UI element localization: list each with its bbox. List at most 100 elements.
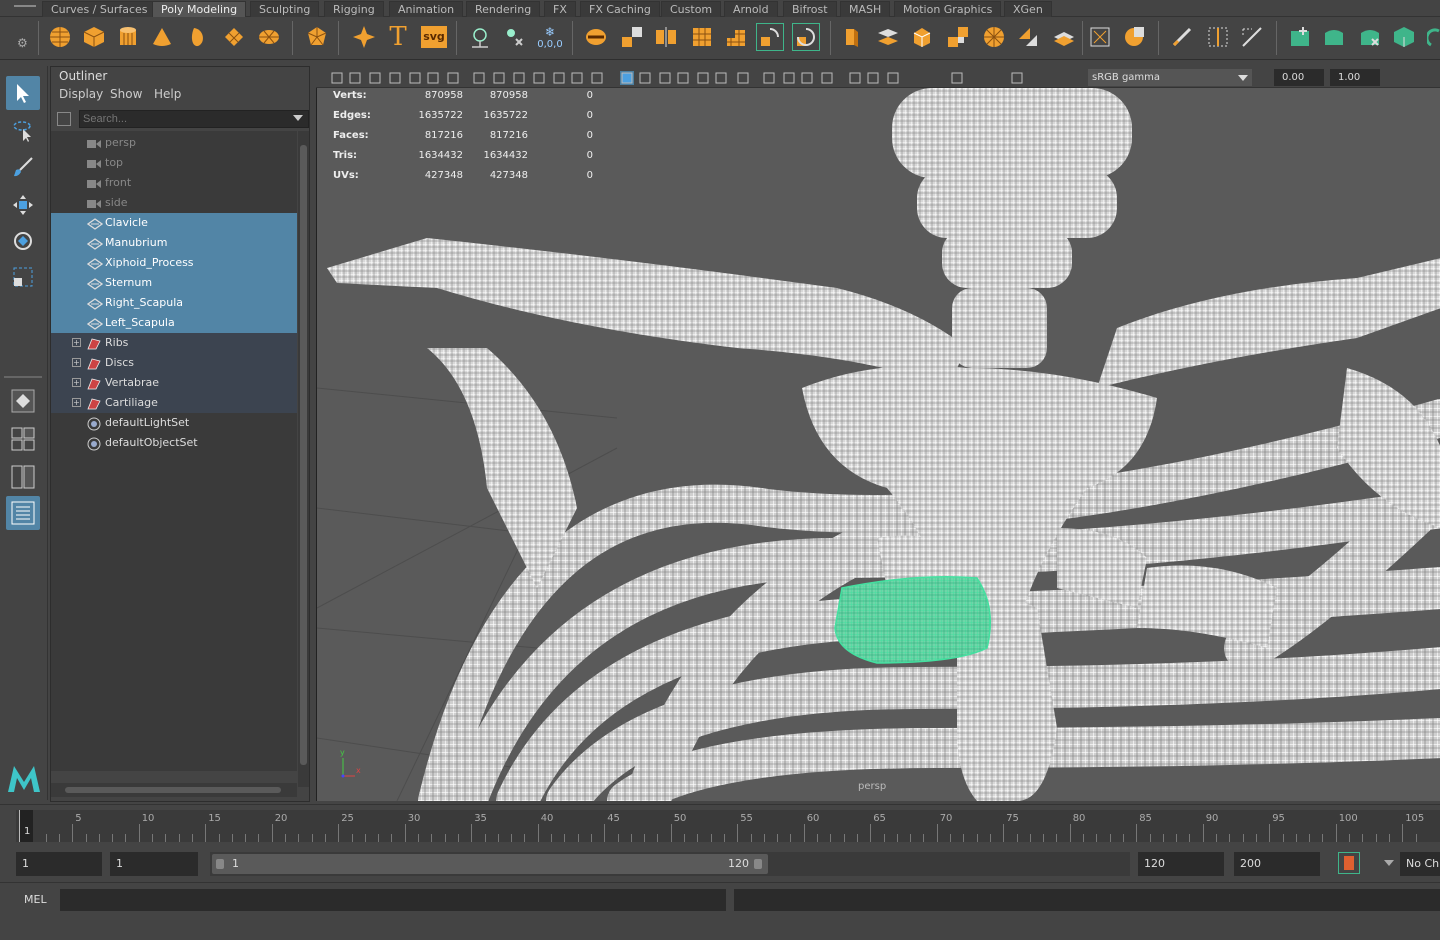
outliner-item[interactable]: Sternum [51,273,297,293]
reduce-icon[interactable] [722,23,750,51]
expand-icon[interactable]: + [72,358,81,367]
append-to-polygon-icon[interactable] [944,23,972,51]
range-slider-bar[interactable]: 1 120 [210,852,1130,876]
default-material-icon[interactable] [638,71,652,85]
scrollbar-thumb[interactable] [65,787,281,793]
shelf-tab-fx[interactable]: FX [544,1,576,17]
scale-tool-icon[interactable] [6,260,40,294]
shelf-tab-rigging[interactable]: Rigging [324,1,384,17]
film-gate-icon[interactable] [472,71,486,85]
poke-icon[interactable] [1014,23,1042,51]
search-dropdown-icon[interactable] [293,115,303,121]
lasso-tool-icon[interactable] [6,114,40,148]
menu-display[interactable]: Display [59,87,103,101]
expand-icon[interactable]: + [72,398,81,407]
select-tool-icon[interactable] [6,76,40,110]
xiphoid-process-selected-mesh[interactable] [834,576,992,664]
2d-pan-zoom-icon[interactable] [408,71,422,85]
scrollbar-thumb[interactable] [300,145,307,765]
character-set-field[interactable]: No Ch [1400,852,1440,876]
grid-icon[interactable] [446,71,460,85]
outliner-item[interactable]: Manubrium [51,233,297,253]
svg-icon[interactable]: svg [420,23,448,51]
poly-cube-icon[interactable] [80,23,108,51]
paint-select-icon[interactable] [6,150,40,184]
two-pane-layout-icon[interactable] [6,460,40,494]
bookmarks-icon[interactable] [368,71,382,85]
sweep-mesh-icon[interactable] [350,23,378,51]
script-language-label[interactable]: MEL [24,893,47,906]
playback-end-field[interactable]: 120 [1138,852,1224,876]
shelf-tab-bifrost[interactable]: Bifrost [783,1,837,17]
safe-title-icon[interactable] [570,71,584,85]
outliner-item[interactable]: Left_Scapula [51,313,297,333]
sculpt-relax-icon[interactable] [1320,23,1348,51]
skeleton-mesh[interactable] [317,88,1440,801]
shelf-tab-curves-surfaces[interactable]: Curves / Surfaces [42,1,157,17]
sculpt-pinch-icon[interactable] [1390,23,1418,51]
auto-uv-icon[interactable] [1120,23,1148,51]
screen-space-ao-icon[interactable] [714,71,728,85]
shelf-tab-poly-modeling[interactable]: Poly Modeling [152,1,247,17]
poly-cylinder-icon[interactable] [114,23,142,51]
outliner-horizontal-scrollbar[interactable] [51,783,297,797]
expand-icon[interactable]: + [72,378,81,387]
shelf-grip[interactable] [14,5,36,11]
textured-icon[interactable] [658,71,672,85]
shelf-tab-sculpting[interactable]: Sculpting [250,1,320,17]
shadows-icon[interactable] [696,71,710,85]
outliner-item[interactable]: persp [51,133,297,153]
shelf-tab-motion-graphics[interactable]: Motion Graphics [894,1,1002,17]
poly-plane-icon[interactable] [220,23,248,51]
image-plane-icon[interactable] [388,71,402,85]
shelf-tab-fx-caching[interactable]: FX Caching [580,1,660,17]
playback-start-field[interactable]: 1 [110,852,198,876]
xray-joints-icon[interactable] [848,71,862,85]
camera-attributes-icon[interactable] [348,71,362,85]
poly-torus-icon[interactable] [184,23,212,51]
four-view-layout-icon[interactable] [6,422,40,456]
shelf-tab-arnold[interactable]: Arnold [724,1,778,17]
combine-icon[interactable] [582,23,610,51]
color-management-icon[interactable] [1010,71,1024,85]
multi-cut-icon[interactable] [1168,23,1196,51]
xray-icon[interactable] [820,71,834,85]
poly-type-icon[interactable]: T [384,22,412,52]
uv-editor-icon[interactable] [1086,23,1114,51]
use-all-lights-icon[interactable] [676,71,690,85]
outliner-vertical-scrollbar[interactable] [298,131,309,787]
gate-mask-icon[interactable] [512,71,526,85]
outliner-item[interactable]: + Cartiliage [51,393,297,413]
color-space-dropdown[interactable]: sRGB gamma [1088,69,1252,86]
outliner-item[interactable]: Right_Scapula [51,293,297,313]
bridge-icon[interactable] [874,23,902,51]
smooth-icon[interactable] [688,23,716,51]
boolean-icon[interactable] [1050,23,1078,51]
remesh-icon[interactable] [756,23,784,51]
insert-edge-loop-icon[interactable] [1204,23,1232,51]
poly-sphere-icon[interactable] [46,23,74,51]
shelf-tab-animation[interactable]: Animation [389,1,464,17]
mirror-icon[interactable] [652,23,680,51]
smooth-shade-icon[interactable] [620,71,634,85]
grease-pencil-icon[interactable] [426,71,440,85]
move-tool-icon[interactable] [6,188,40,222]
isolate-select-icon[interactable] [800,71,814,85]
poly-cone-icon[interactable] [148,23,176,51]
xray-components-icon[interactable] [866,71,880,85]
range-end-grip[interactable] [754,859,762,869]
outliner-item[interactable]: front [51,173,297,193]
outliner-item[interactable]: defaultLightSet [51,413,297,433]
shelf-tab-xgen[interactable]: XGen [1004,1,1052,17]
outliner-item[interactable]: + Discs [51,353,297,373]
select-camera-icon[interactable] [330,71,344,85]
outliner-item[interactable]: top [51,153,297,173]
wireframe-icon[interactable] [590,71,604,85]
exposure-field[interactable]: 0.00 [1274,69,1324,86]
gamma-icon[interactable] [950,71,964,85]
3d-viewport[interactable]: y x Verts: 870958 870958 0 Edges: 1635722 1635… [316,88,1440,801]
command-input[interactable] [60,889,726,911]
gamma-field[interactable]: 1.00 [1330,69,1380,86]
sculpt-smooth-icon[interactable] [1286,23,1314,51]
shelf-tab-mash[interactable]: MASH [840,1,891,17]
